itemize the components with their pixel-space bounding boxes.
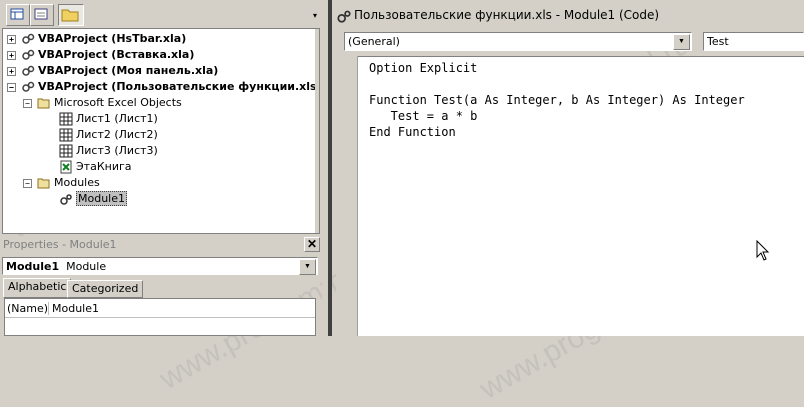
property-value[interactable]: Module1 xyxy=(48,302,99,315)
sheet1-item[interactable]: Лист1 (Лист1) xyxy=(59,111,158,127)
sheet-label: Лист1 (Лист1) xyxy=(76,112,158,125)
properties-titlebar: Properties - Module1 ✕ xyxy=(0,236,322,254)
worksheet-icon xyxy=(59,144,73,158)
open-folder-icon xyxy=(37,98,50,109)
properties-grid: (Name) Module1 xyxy=(4,298,316,336)
property-name: (Name) xyxy=(7,302,49,315)
open-folder-icon xyxy=(37,178,50,189)
code-window-titlebar: Пользовательские функции.xls - Module1 (… xyxy=(332,4,804,28)
project-tree: + VBAProject (HsTbar.xla) + VBAProject (… xyxy=(2,28,320,234)
folder-excel-objects[interactable]: − Microsoft Excel Objects xyxy=(23,95,182,111)
toggle-folders-button[interactable] xyxy=(58,4,84,26)
project-label: VBAProject (Вставка.xla) xyxy=(38,48,195,61)
project-hstbar[interactable]: + VBAProject (HsTbar.xla) xyxy=(7,31,186,47)
vba-project-icon xyxy=(22,65,35,76)
view-code-button[interactable] xyxy=(30,4,54,26)
object-name: Module1 xyxy=(6,260,60,273)
view-object-button[interactable] xyxy=(6,4,30,26)
project-label: VBAProject (Моя панель.xla) xyxy=(38,64,219,77)
chevron-down-icon[interactable]: ▼ xyxy=(673,34,690,50)
worksheet-icon xyxy=(59,112,73,126)
worksheet-icon xyxy=(59,128,73,142)
project-vstavka[interactable]: + VBAProject (Вставка.xla) xyxy=(7,47,194,63)
collapse-icon[interactable]: − xyxy=(7,83,16,92)
object-dropdown-value: (General) xyxy=(348,35,400,48)
expand-icon[interactable]: + xyxy=(7,35,16,44)
project-label: VBAProject (HsTbar.xla) xyxy=(38,32,187,45)
project-toolbar: ▾ xyxy=(0,0,322,28)
folder-modules[interactable]: − Modules xyxy=(23,175,100,191)
vba-project-icon xyxy=(22,81,35,92)
properties-title: Properties - Module1 xyxy=(3,238,117,251)
tab-alphabetic[interactable]: Alphabetic xyxy=(3,278,72,298)
code-text[interactable]: Option Explicit Function Test(a As Integ… xyxy=(369,60,745,140)
sheet-label: Лист3 (Лист3) xyxy=(76,144,158,157)
collapse-icon[interactable]: − xyxy=(23,179,32,188)
module-label: Module1 xyxy=(76,191,127,206)
folder-label: Modules xyxy=(54,176,100,189)
object-dropdown[interactable]: (General) ▼ xyxy=(344,32,692,51)
close-icon[interactable]: ✕ xyxy=(304,237,320,252)
procedure-dropdown-value: Test xyxy=(707,35,729,48)
sheet2-item[interactable]: Лист2 (Лист2) xyxy=(59,127,158,143)
object-type: Module xyxy=(66,260,107,273)
workbook-item[interactable]: ЭтаКнига xyxy=(59,159,132,175)
project-label: VBAProject (Пользовательские функции.xls… xyxy=(38,80,320,93)
object-selector[interactable]: Module1 Module ▼ xyxy=(2,257,318,275)
module-icon xyxy=(337,10,351,23)
excel-workbook-icon xyxy=(60,160,72,174)
code-window-title: Пользовательские функции.xls - Module1 (… xyxy=(354,8,660,22)
property-row[interactable]: (Name) Module1 xyxy=(5,301,315,318)
procedure-dropdown[interactable]: Test xyxy=(703,32,804,51)
margin-indicator-bar[interactable] xyxy=(336,56,358,336)
expand-icon[interactable]: + xyxy=(7,67,16,76)
tree-scrollbar[interactable] xyxy=(315,29,319,233)
form-icon xyxy=(34,8,48,20)
project-moya-panel[interactable]: + VBAProject (Моя панель.xla) xyxy=(7,63,218,79)
module1-item[interactable]: Module1 xyxy=(59,191,127,207)
vba-project-icon xyxy=(22,33,35,44)
workbook-label: ЭтаКнига xyxy=(76,160,132,173)
project-user-functions[interactable]: − VBAProject (Пользовательские функции.x… xyxy=(7,79,320,95)
sheet-label: Лист2 (Лист2) xyxy=(76,128,158,141)
tab-categorized[interactable]: Categorized xyxy=(67,280,144,298)
grid-icon xyxy=(10,8,24,20)
expand-icon[interactable]: + xyxy=(7,51,16,60)
collapse-icon[interactable]: − xyxy=(23,99,32,108)
toolbar-overflow-icon[interactable]: ▾ xyxy=(310,10,320,22)
mouse-pointer-icon xyxy=(756,240,770,261)
mdi-border xyxy=(328,0,332,336)
module-icon xyxy=(60,194,72,205)
chevron-down-icon[interactable]: ▼ xyxy=(299,259,316,275)
sheet3-item[interactable]: Лист3 (Лист3) xyxy=(59,143,158,159)
vba-project-icon xyxy=(22,49,35,60)
folder-label: Microsoft Excel Objects xyxy=(54,96,182,109)
folder-icon xyxy=(61,9,79,22)
